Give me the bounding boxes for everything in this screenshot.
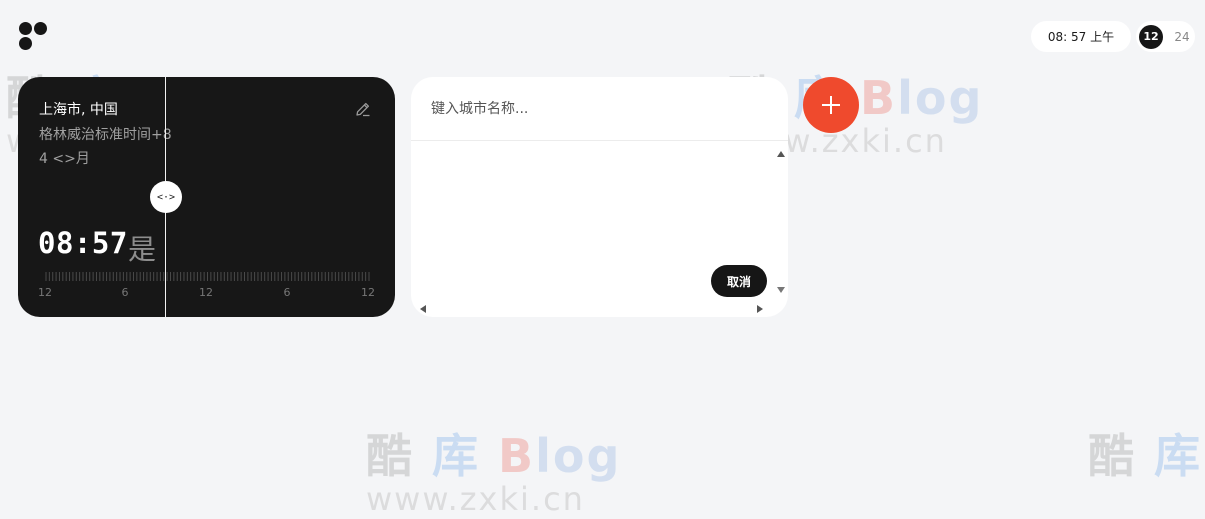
- city-name: 上海市, 中国: [39, 102, 118, 118]
- scroll-right-arrow-icon[interactable]: [757, 305, 763, 313]
- format-24h-option[interactable]: 24: [1170, 25, 1194, 49]
- hour-tick-labels: 12 6 12 6 12: [18, 286, 395, 300]
- add-city-button[interactable]: [803, 77, 859, 133]
- city-time: 08:57: [38, 226, 128, 260]
- drag-handle-glyph: <·>: [156, 191, 176, 203]
- scroll-left-arrow-icon[interactable]: [420, 305, 426, 313]
- city-date: 4 <>月: [39, 151, 90, 167]
- tick-label: 6: [121, 286, 129, 299]
- scroll-down-arrow-icon[interactable]: [777, 287, 785, 293]
- current-time-display: 08: 57 上午: [1031, 21, 1131, 52]
- city-timezone: 格林威治标准时间+8: [39, 127, 172, 143]
- horizontal-scrollbar[interactable]: [411, 301, 774, 317]
- current-time-text: 08: 57 上午: [1047, 30, 1115, 44]
- watermark: 酷 库: [1088, 429, 1203, 483]
- time-period: 是: [128, 233, 157, 266]
- format-12h-option[interactable]: 12: [1139, 24, 1163, 49]
- hour-ticks: [45, 272, 370, 281]
- cancel-button[interactable]: 取消: [711, 265, 767, 297]
- tick-label: 12: [361, 286, 375, 299]
- pencil-icon[interactable]: [354, 100, 372, 118]
- time-format-toggle[interactable]: 12 24: [1136, 21, 1195, 52]
- watermark: 酷 库 Blog www.zxki.cn: [366, 429, 622, 518]
- tick-label: 6: [283, 286, 291, 299]
- drag-handle-icon[interactable]: <·>: [150, 181, 182, 213]
- city-search-input[interactable]: [411, 77, 788, 141]
- scroll-up-arrow-icon[interactable]: [777, 151, 785, 157]
- vertical-scrollbar[interactable]: [774, 143, 788, 303]
- dots-logo-icon[interactable]: [19, 22, 49, 52]
- plus-icon: [822, 96, 840, 114]
- add-city-panel: 取消: [411, 77, 788, 317]
- tick-label: 12: [199, 286, 213, 299]
- tick-label: 12: [38, 286, 52, 299]
- city-clock-card: 上海市, 中国 格林威治标准时间+8 4 <>月 08:57 是 12 6 12…: [18, 77, 395, 317]
